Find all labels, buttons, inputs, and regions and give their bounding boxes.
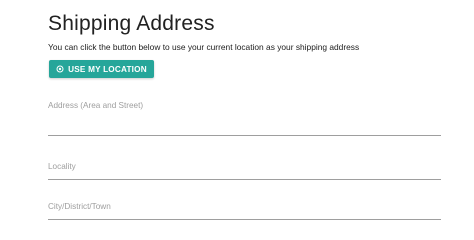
locality-field: Locality — [48, 161, 441, 180]
page-title: Shipping Address — [48, 12, 215, 35]
shipping-address-page: Shipping Address You can click the butto… — [0, 0, 474, 237]
locality-input[interactable] — [48, 161, 441, 180]
city-field: City/District/Town — [48, 201, 441, 220]
city-label: City/District/Town — [48, 202, 111, 211]
crosshair-location-icon — [56, 65, 64, 73]
use-my-location-button[interactable]: USE MY LOCATION — [49, 60, 154, 78]
locality-label: Locality — [48, 162, 76, 171]
address-input[interactable] — [48, 117, 441, 136]
address-field: Address (Area and Street) — [48, 101, 441, 136]
address-label: Address (Area and Street) — [48, 101, 144, 110]
use-my-location-label: USE MY LOCATION — [68, 64, 147, 74]
page-subtitle: You can click the button below to use yo… — [48, 42, 360, 52]
